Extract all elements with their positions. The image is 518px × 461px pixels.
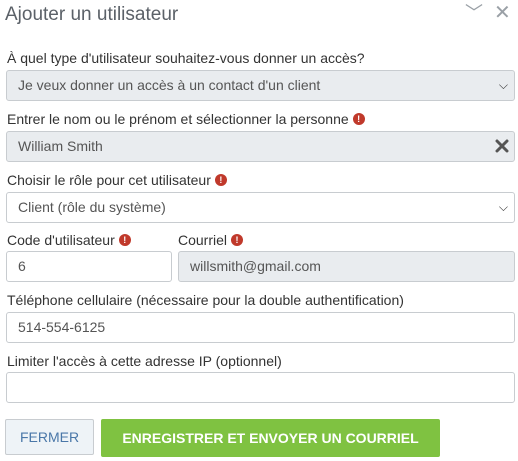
user-code-value: 6 bbox=[18, 258, 26, 274]
close-button[interactable]: FERMER bbox=[5, 419, 94, 455]
ip-field[interactable] bbox=[6, 372, 515, 403]
required-icon: ! bbox=[231, 234, 244, 247]
person-label: Entrer le nom ou le prénom et sélectionn… bbox=[7, 111, 365, 127]
close-icon[interactable]: ✕ bbox=[494, 3, 511, 23]
person-field[interactable]: William Smith bbox=[6, 131, 515, 162]
required-icon: ! bbox=[352, 113, 365, 126]
user-code-field[interactable]: 6 bbox=[6, 251, 172, 282]
role-value: Client (rôle du système) bbox=[18, 199, 166, 215]
role-select[interactable]: Client (rôle du système) ⌵ bbox=[6, 192, 515, 223]
required-icon: ! bbox=[214, 174, 227, 187]
save-and-email-button[interactable]: ENREGISTRER ET ENVOYER UN COURRIEL bbox=[101, 419, 440, 457]
role-label: Choisir le rôle pour cet utilisateur! bbox=[7, 172, 227, 188]
chevron-down-icon: ⌵ bbox=[498, 200, 508, 214]
dialog-title: Ajouter un utilisateur bbox=[5, 4, 179, 25]
person-value: William Smith bbox=[18, 138, 103, 154]
ip-label: Limiter l'accès à cette adresse IP (opti… bbox=[7, 353, 282, 369]
email-label: Courriel! bbox=[178, 232, 244, 248]
phone-field[interactable]: 514-554-6125 bbox=[6, 312, 515, 343]
chevron-down-icon: ⌵ bbox=[498, 78, 508, 92]
user-code-label: Code d'utilisateur! bbox=[7, 232, 131, 248]
email-value: willsmith@gmail.com bbox=[190, 258, 321, 274]
dialog-header: Ajouter un utilisateur ﹀ ✕ bbox=[0, 0, 518, 30]
user-type-value: Je veux donner un accès à un contact d'u… bbox=[18, 77, 321, 93]
minimize-icon[interactable]: ﹀ bbox=[465, 3, 483, 23]
clear-icon[interactable] bbox=[495, 139, 509, 153]
user-type-label: À quel type d'utilisateur souhaitez-vous… bbox=[7, 50, 365, 66]
user-type-select[interactable]: Je veux donner un accès à un contact d'u… bbox=[6, 70, 515, 101]
email-field[interactable]: willsmith@gmail.com bbox=[178, 251, 515, 282]
phone-label: Téléphone cellulaire (nécessaire pour la… bbox=[7, 292, 404, 308]
phone-value: 514-554-6125 bbox=[18, 319, 106, 335]
required-icon: ! bbox=[118, 234, 131, 247]
